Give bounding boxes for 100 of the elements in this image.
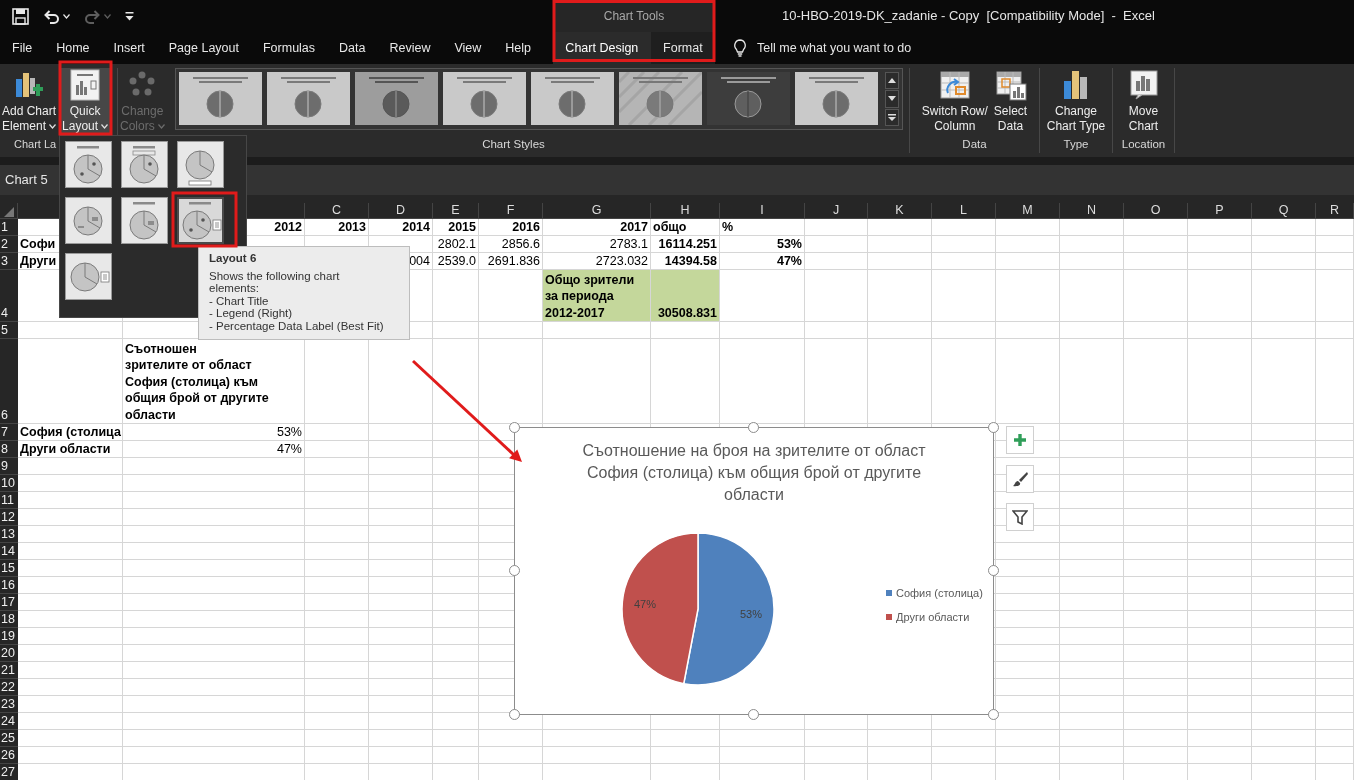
filter-icon[interactable]: [1012, 509, 1028, 525]
column-header[interactable]: D: [369, 203, 433, 219]
resize-handle[interactable]: [987, 708, 999, 720]
chart-style-thumbnail[interactable]: [178, 72, 262, 125]
column-header[interactable]: O: [1124, 203, 1188, 219]
resize-handle[interactable]: [987, 421, 999, 433]
column-header[interactable]: I: [720, 203, 805, 219]
row-header[interactable]: 21: [0, 662, 18, 679]
save-icon[interactable]: [12, 7, 29, 25]
layout-option[interactable]: [65, 141, 112, 188]
row-header[interactable]: 8: [0, 441, 18, 458]
chart-style-thumbnail[interactable]: [266, 72, 350, 125]
column-header[interactable]: E: [433, 203, 479, 219]
chart-area[interactable]: Съотношение на броя на зрителите от област София (столица) към общия брой от другите области 53% 47% София (столица) Други области: [514, 427, 994, 715]
caret-down-icon[interactable]: [886, 95, 897, 103]
name-box[interactable]: Chart 5: [5, 170, 48, 190]
select-data-button[interactable]: Select Data: [991, 68, 1030, 135]
row-header[interactable]: 15: [0, 560, 18, 577]
pie-slice[interactable]: [683, 532, 775, 686]
resize-handle[interactable]: [508, 708, 520, 720]
ribbon-tab[interactable]: View: [442, 32, 494, 64]
chart-filters-button[interactable]: [1006, 503, 1034, 531]
row-header[interactable]: 7: [0, 424, 18, 441]
chart-style-thumbnail[interactable]: [354, 72, 438, 125]
column-header[interactable]: H: [651, 203, 720, 219]
column-header[interactable]: N: [1060, 203, 1124, 219]
chart-style-thumbnail[interactable]: [706, 72, 790, 125]
ribbon-tab[interactable]: File: [0, 32, 45, 64]
row-header[interactable]: 10: [0, 475, 18, 492]
column-header[interactable]: L: [932, 203, 996, 219]
change-type-button[interactable]: Change Chart Type: [1044, 68, 1108, 135]
column-header[interactable]: K: [868, 203, 932, 219]
ribbon-tab[interactable]: Review: [377, 32, 443, 64]
layout-option[interactable]: [121, 197, 168, 244]
select-all-icon[interactable]: [4, 207, 14, 217]
row-header[interactable]: 3: [0, 253, 18, 270]
column-header[interactable]: C: [305, 203, 369, 219]
column-header[interactable]: F: [479, 203, 543, 219]
column-header[interactable]: P: [1188, 203, 1252, 219]
row-header[interactable]: 11: [0, 492, 18, 509]
switch-row-button[interactable]: Switch Row/ Column: [919, 68, 990, 135]
ribbon-tab[interactable]: Chart Design: [553, 32, 651, 64]
row-header[interactable]: 12: [0, 509, 18, 526]
chart-style-thumbnail[interactable]: [442, 72, 526, 125]
expand-icon[interactable]: [886, 113, 897, 121]
brush-icon[interactable]: [1012, 470, 1028, 487]
row-header[interactable]: 19: [0, 628, 18, 645]
row-header[interactable]: 6: [0, 339, 18, 424]
gallery-down-button[interactable]: [884, 90, 899, 108]
column-header[interactable]: Q: [1252, 203, 1316, 219]
row-header[interactable]: 2: [0, 236, 18, 253]
gallery-more-button[interactable]: [884, 108, 899, 126]
row-header[interactable]: 5: [0, 322, 18, 339]
row-header[interactable]: 17: [0, 594, 18, 611]
undo-icon[interactable]: [43, 8, 60, 24]
row-header[interactable]: 24: [0, 713, 18, 730]
column-header[interactable]: G: [543, 203, 651, 219]
tell-me-field[interactable]: Tell me what you want to do: [757, 38, 947, 58]
plus-icon[interactable]: [1012, 432, 1028, 448]
ribbon-tab[interactable]: Data: [327, 32, 378, 64]
layout-option[interactable]: [121, 141, 168, 188]
row-header[interactable]: 26: [0, 747, 18, 764]
chart-styles-button[interactable]: [1006, 464, 1034, 493]
resize-handle[interactable]: [747, 421, 759, 433]
row-header[interactable]: 22: [0, 679, 18, 696]
move-chart-button[interactable]: Move Chart: [1125, 68, 1162, 135]
row-header[interactable]: 9: [0, 458, 18, 475]
resize-handle[interactable]: [747, 708, 759, 720]
lightbulb-icon[interactable]: [733, 39, 747, 57]
chart-style-thumbnail[interactable]: [618, 72, 702, 125]
row-header[interactable]: 23: [0, 696, 18, 713]
row-header[interactable]: 16: [0, 577, 18, 594]
quick-layout-button[interactable]: Quick Layout: [60, 68, 111, 135]
resize-handle[interactable]: [508, 421, 520, 433]
column-header[interactable]: R: [1316, 203, 1354, 219]
resize-handle[interactable]: [508, 564, 520, 576]
gallery-up-button[interactable]: [884, 72, 899, 90]
chart-elements-button[interactable]: [1006, 426, 1034, 454]
pie-slice[interactable]: [621, 532, 699, 685]
ribbon-tab[interactable]: Home: [44, 32, 102, 64]
ribbon-tab[interactable]: Insert: [101, 32, 157, 64]
row-header[interactable]: 18: [0, 611, 18, 628]
column-header[interactable]: M: [996, 203, 1060, 219]
resize-handle[interactable]: [987, 564, 999, 576]
caret-up-icon[interactable]: [886, 77, 897, 85]
layout-option[interactable]: [65, 197, 112, 244]
row-header[interactable]: 4: [0, 270, 18, 322]
layout-option[interactable]: [177, 197, 224, 244]
row-header[interactable]: 13: [0, 526, 18, 543]
column-header[interactable]: J: [805, 203, 868, 219]
ribbon-tab[interactable]: Help: [493, 32, 544, 64]
row-header[interactable]: 1: [0, 219, 18, 236]
chart-style-thumbnail[interactable]: [530, 72, 614, 125]
customize-icon[interactable]: [125, 11, 134, 21]
ribbon-tab[interactable]: Formulas: [250, 32, 328, 64]
row-header[interactable]: 20: [0, 645, 18, 662]
row-header[interactable]: 25: [0, 730, 18, 747]
ribbon-tab[interactable]: Page Layout: [156, 32, 251, 64]
add-element-button[interactable]: Add Chart Element: [0, 68, 59, 135]
chart-style-thumbnail[interactable]: [794, 72, 878, 125]
